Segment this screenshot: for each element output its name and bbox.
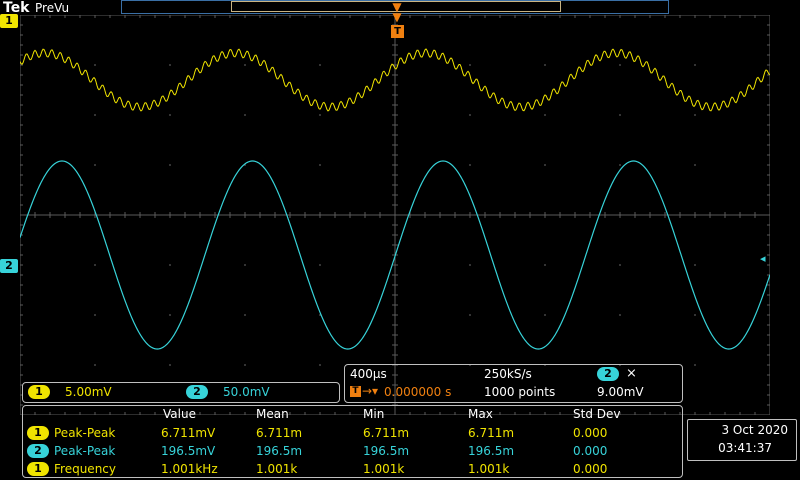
- row-value: 6.711mV: [161, 426, 216, 440]
- row-std-dev: 0.000: [573, 444, 608, 458]
- time-display: 03:41:37: [718, 441, 772, 455]
- datetime-box[interactable]: 3 Oct 2020 03:41:37: [687, 419, 797, 461]
- row-channel-badge: 2: [27, 444, 49, 458]
- row-value: 196.5mV: [161, 444, 216, 458]
- measurement-row[interactable]: 2 Peak-Peak 196.5mV 196.5m 196.5m 196.5m…: [23, 443, 682, 461]
- row-min: 6.711m: [363, 426, 410, 440]
- col-header-max: Max: [468, 407, 493, 421]
- row-mean: 6.711m: [256, 426, 303, 440]
- ch2-ground-marker[interactable]: 2: [0, 259, 18, 273]
- trigger-position: 0.000000 s: [384, 385, 452, 399]
- row-value: 1.001kHz: [161, 462, 218, 476]
- row-measure-name: Peak-Peak: [54, 444, 116, 458]
- trigger-marker-icon[interactable]: T: [391, 25, 404, 38]
- ch1-badge[interactable]: 1: [28, 385, 50, 399]
- ch1-scale: 5.00mV: [65, 385, 112, 399]
- trigger-level: 9.00mV: [597, 385, 644, 399]
- row-min: 1.001k: [363, 462, 405, 476]
- measurements-panel[interactable]: Value Mean Min Max Std Dev 1 Peak-Peak 6…: [22, 405, 683, 478]
- ch2-scale: 50.0mV: [223, 385, 270, 399]
- measurement-row[interactable]: 1 Peak-Peak 6.711mV 6.711m 6.711m 6.711m…: [23, 425, 682, 443]
- channel-scale-panel[interactable]: 1 5.00mV 2 50.0mV: [22, 382, 340, 403]
- col-header-value: Value: [163, 407, 196, 421]
- time-per-div: 400µs: [350, 367, 387, 381]
- row-measure-name: Frequency: [54, 462, 116, 476]
- trigger-level-icon[interactable]: ◂: [760, 252, 766, 265]
- trigger-t-icon: T: [350, 386, 361, 397]
- timebase-trigger-panel[interactable]: 400µs 250kS/s 2 ⨯ T →▾ 0.000000 s 1000 p…: [344, 364, 683, 403]
- row-measure-name: Peak-Peak: [54, 426, 116, 440]
- trigger-position-icon: ▼ ▼: [392, 0, 402, 24]
- row-channel-badge: 1: [27, 426, 49, 440]
- col-header-std-dev: Std Dev: [573, 407, 621, 421]
- date-display: 3 Oct 2020: [721, 423, 788, 437]
- measurement-row[interactable]: 1 Frequency 1.001kHz 1.001k 1.001k 1.001…: [23, 461, 682, 478]
- row-mean: 196.5m: [256, 444, 303, 458]
- row-max: 196.5m: [468, 444, 515, 458]
- col-header-min: Min: [363, 407, 385, 421]
- col-header-mean: Mean: [256, 407, 289, 421]
- row-max: 1.001k: [468, 462, 510, 476]
- row-channel-badge: 1: [27, 462, 49, 476]
- ch1-ground-marker[interactable]: 1: [0, 14, 18, 28]
- row-max: 6.711m: [468, 426, 515, 440]
- sample-rate: 250kS/s: [484, 367, 532, 381]
- ch2-badge[interactable]: 2: [186, 385, 208, 399]
- row-mean: 1.001k: [256, 462, 298, 476]
- row-std-dev: 0.000: [573, 462, 608, 476]
- acquisition-mode: PreVu: [35, 1, 70, 15]
- trigger-slope-icon: ⨯: [626, 366, 637, 381]
- trigger-arrow-icon: →▾: [362, 384, 379, 398]
- row-min: 196.5m: [363, 444, 410, 458]
- row-std-dev: 0.000: [573, 426, 608, 440]
- trigger-channel-badge[interactable]: 2: [597, 367, 619, 381]
- waveform-display[interactable]: [20, 15, 770, 415]
- record-length: 1000 points: [484, 385, 556, 399]
